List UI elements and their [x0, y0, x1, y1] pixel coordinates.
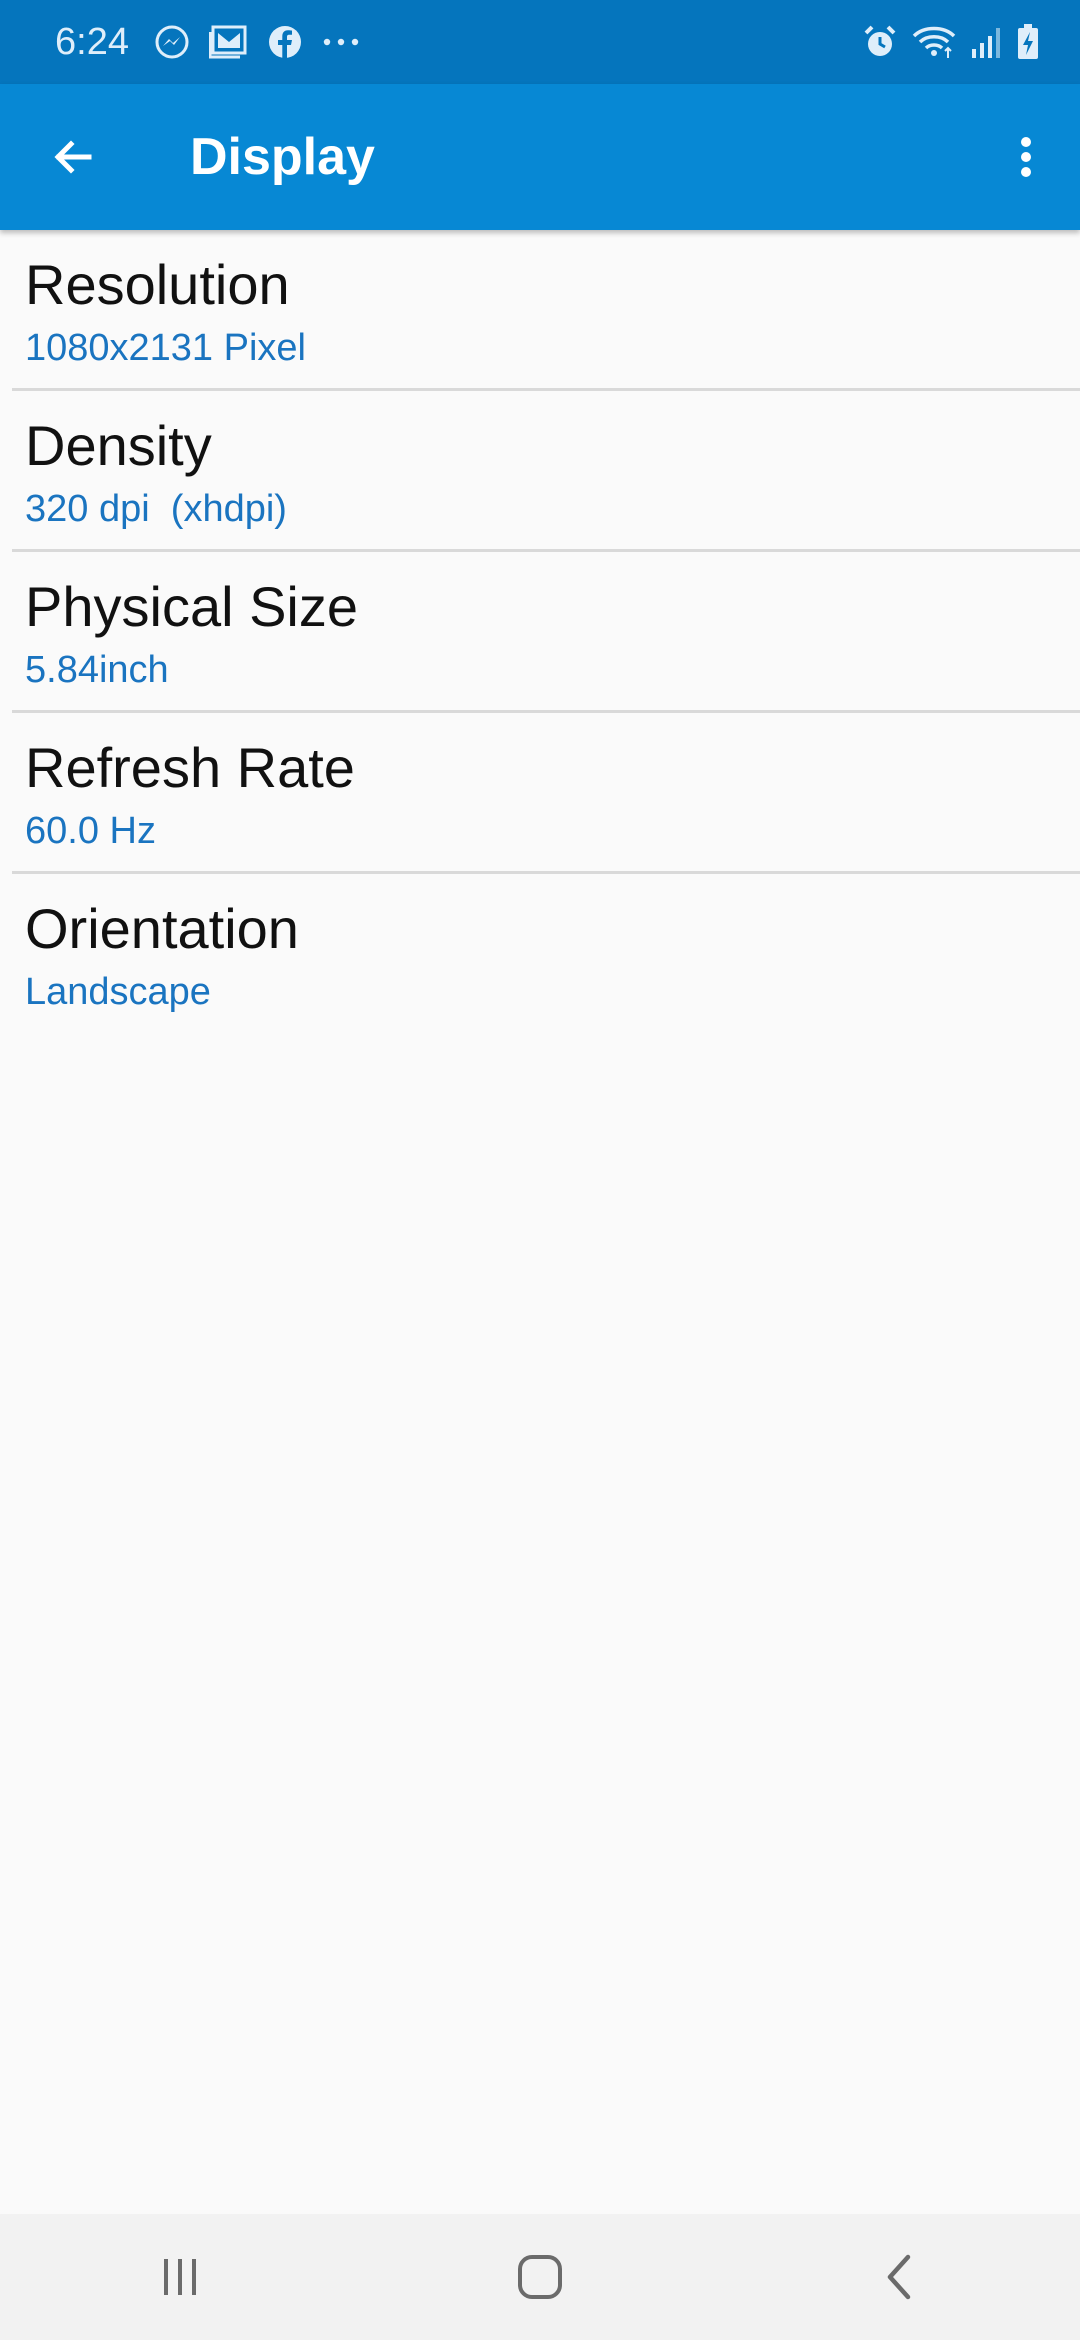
item-title: Orientation [25, 897, 299, 960]
list-item-resolution[interactable]: Resolution 1080x2131 Pixel [0, 230, 1080, 391]
item-value: 5.84inch [25, 649, 169, 691]
status-right [862, 23, 1040, 61]
arrow-back-icon [54, 140, 92, 174]
status-left: 6:24 [55, 21, 862, 64]
recents-button[interactable] [80, 2214, 280, 2340]
wifi-icon [912, 24, 956, 60]
list-item-physical-size[interactable]: Physical Size 5.84inch [0, 552, 1080, 713]
item-title: Resolution [25, 253, 290, 316]
navigation-bar [0, 2214, 1080, 2340]
list-item-orientation[interactable]: Orientation Landscape [0, 874, 1080, 1035]
item-value: 320 dpi (xhdpi) [25, 488, 287, 530]
home-icon [518, 2255, 562, 2299]
more-notifications-icon [321, 36, 361, 48]
list-item-density[interactable]: Density 320 dpi (xhdpi) [0, 391, 1080, 552]
item-title: Refresh Rate [25, 736, 355, 799]
home-button[interactable] [440, 2214, 640, 2340]
nav-back-button[interactable] [800, 2214, 1000, 2340]
page-title: Display [190, 128, 375, 186]
status-bar: 6:24 [0, 0, 1080, 84]
back-button[interactable] [0, 84, 146, 230]
facebook-icon [267, 24, 303, 60]
back-icon [887, 2254, 911, 2300]
messenger-icon [153, 23, 191, 61]
list-item-refresh-rate[interactable]: Refresh Rate 60.0 Hz [0, 713, 1080, 874]
recents-icon [164, 2259, 196, 2295]
gmail-icon [208, 24, 249, 60]
cell-signal-icon [970, 25, 1002, 59]
item-title: Density [25, 414, 212, 477]
overflow-menu-icon [1021, 137, 1031, 177]
screen: 6:24 Display Resolution 1080x2131 Pixel … [0, 0, 1080, 2340]
display-info-list: Resolution 1080x2131 Pixel Density 320 d… [0, 230, 1080, 1035]
battery-charging-icon [1016, 23, 1040, 61]
alarm-icon [862, 24, 898, 60]
status-time: 6:24 [55, 20, 129, 63]
item-value: 1080x2131 Pixel [25, 327, 306, 369]
overflow-menu-button[interactable] [976, 84, 1076, 230]
item-title: Physical Size [25, 575, 359, 638]
item-value: 60.0 Hz [25, 810, 156, 852]
app-bar: Display [0, 84, 1080, 230]
item-value: Landscape [25, 971, 211, 1013]
